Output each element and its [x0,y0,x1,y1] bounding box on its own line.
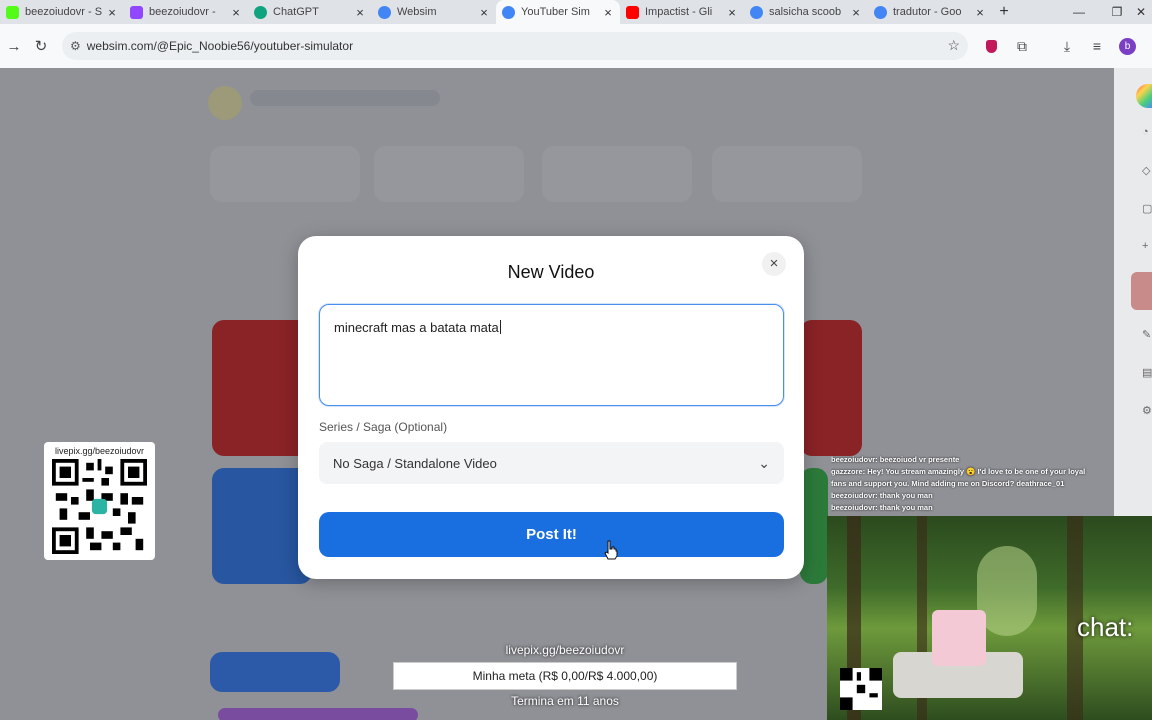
site-info-icon[interactable]: ⚙ [70,39,81,53]
close-tab-icon[interactable]: × [230,5,242,20]
close-button[interactable]: × [762,252,786,276]
tab-1[interactable]: beezoiudovr - S × [0,0,124,24]
close-tab-icon[interactable]: × [354,5,366,20]
donation-qr-card: livepix.gg/beezoiudovr [44,442,155,560]
small-qr-icon [840,668,882,710]
chatgpt-icon [254,5,267,19]
chat-line: fans and support you. Mind adding me on … [831,479,1065,488]
tag-icon[interactable]: ◇ [1142,164,1152,178]
stat-card [210,146,360,202]
new-video-modal: New Video × minecraft mas a batata mata … [298,236,804,579]
close-tab-icon[interactable]: × [850,5,862,20]
app-logo [208,86,242,120]
hand-cursor-icon [604,540,618,560]
sidebar-app-thumb[interactable] [1131,272,1152,310]
tab-2[interactable]: beezoiudovr - × [124,0,248,24]
chevron-down-icon: ⌄ [758,454,770,471]
chat-line: beezoiudovr: beezoiuod vr presente [831,455,960,464]
close-tab-icon[interactable]: × [106,5,118,20]
stream-chat: beezoiudovr: beezoiuod vr presente gazzz… [831,454,1131,514]
bag-icon[interactable]: ▢ [1142,202,1152,216]
bell-icon[interactable]: ◔ [1142,126,1152,140]
app-title-placeholder [250,90,440,106]
close-tab-icon[interactable]: × [478,5,490,20]
video-thumb [210,652,340,692]
stat-card [542,146,692,202]
qr-label: livepix.gg/beezoiudovr [54,446,145,456]
minimize-icon[interactable]: — [1060,0,1098,24]
profile-avatar[interactable]: b [1119,38,1136,55]
close-tab-icon[interactable]: × [974,5,986,20]
download-icon[interactable]: ⤓ [1053,32,1081,60]
goal-link: livepix.gg/beezoiudovr [505,643,625,657]
action-card-blue [212,468,312,584]
forward-icon[interactable]: → [0,32,28,60]
google-icon [378,5,391,19]
google-icon [502,5,515,19]
youtube-icon [626,5,639,19]
tab-7[interactable]: salsicha scoob × [744,0,868,24]
action-card-green [800,468,828,584]
address-bar[interactable]: ⚙ websim.com/@Epic_Noobie56/youtuber-sim… [62,32,968,60]
action-card-red [800,320,862,456]
tab-8[interactable]: tradutor - Goo × [868,0,992,24]
close-tab-icon[interactable]: × [726,5,738,20]
goal-ends-text: Termina em 11 anos [511,694,619,708]
add-icon[interactable]: + [1142,240,1152,254]
tab-6[interactable]: Impactist - Gli × [620,0,744,24]
video-title-value: minecraft mas a batata mata [334,320,499,335]
chat-line: beezoiudovr: thank you man [831,491,933,500]
post-button[interactable]: Post It! [319,512,784,557]
stat-card [712,146,862,202]
chat-line: gazzzore: Hey! You stream amazingly 😮 I'… [831,467,1086,476]
note-icon[interactable]: ▤ [1142,366,1152,380]
light-glow [977,546,1037,636]
settings-icon[interactable]: ⚙ [1142,404,1152,418]
qr-code-icon [52,459,147,554]
media-controls-icon[interactable]: ≡ [1083,32,1111,60]
tab-3[interactable]: ChatGPT × [248,0,372,24]
series-select[interactable]: No Saga / Standalone Video ⌄ [319,442,784,484]
action-card-red [212,320,312,456]
goal-progress-bar: Minha meta (R$ 0,00/R$ 4.000,00) [393,662,737,690]
edit-icon[interactable]: ✎ [1142,328,1152,342]
video-thumb [218,708,418,720]
video-title-textarea[interactable]: minecraft mas a batata mata [319,304,784,406]
series-label: Series / Saga (Optional) [319,420,448,434]
kick-icon [6,5,19,19]
chat-line: beezoiudovr: thank you man [831,503,933,512]
tab-strip: beezoiudovr - S × beezoiudovr - × ChatGPT ×… [0,0,1152,24]
tab-5[interactable]: YouTuber Sim × [496,0,620,24]
google-icon [874,5,887,19]
new-tab-button[interactable]: + [992,3,1016,21]
extensions-puzzle-icon[interactable]: ⧉ [1008,32,1036,60]
tab-4[interactable]: Websim × [372,0,496,24]
modal-title: New Video [507,262,595,282]
reload-icon[interactable]: ↻ [27,32,55,60]
series-selected-value: No Saga / Standalone Video [333,455,497,471]
stat-card [374,146,524,202]
bookmark-star-icon[interactable]: ☆ [947,37,960,54]
chat-heading: chat: [1077,612,1134,642]
url-text: websim.com/@Epic_Noobie56/youtuber-simul… [86,39,354,53]
vtuber-avatar [932,610,986,666]
google-icon [750,5,763,19]
shield-extension-icon[interactable] [977,32,1005,60]
close-tab-icon[interactable]: × [602,5,614,20]
window-close-icon[interactable]: ✕ [1130,0,1152,24]
text-caret [499,320,501,334]
twitch-icon [130,5,143,19]
